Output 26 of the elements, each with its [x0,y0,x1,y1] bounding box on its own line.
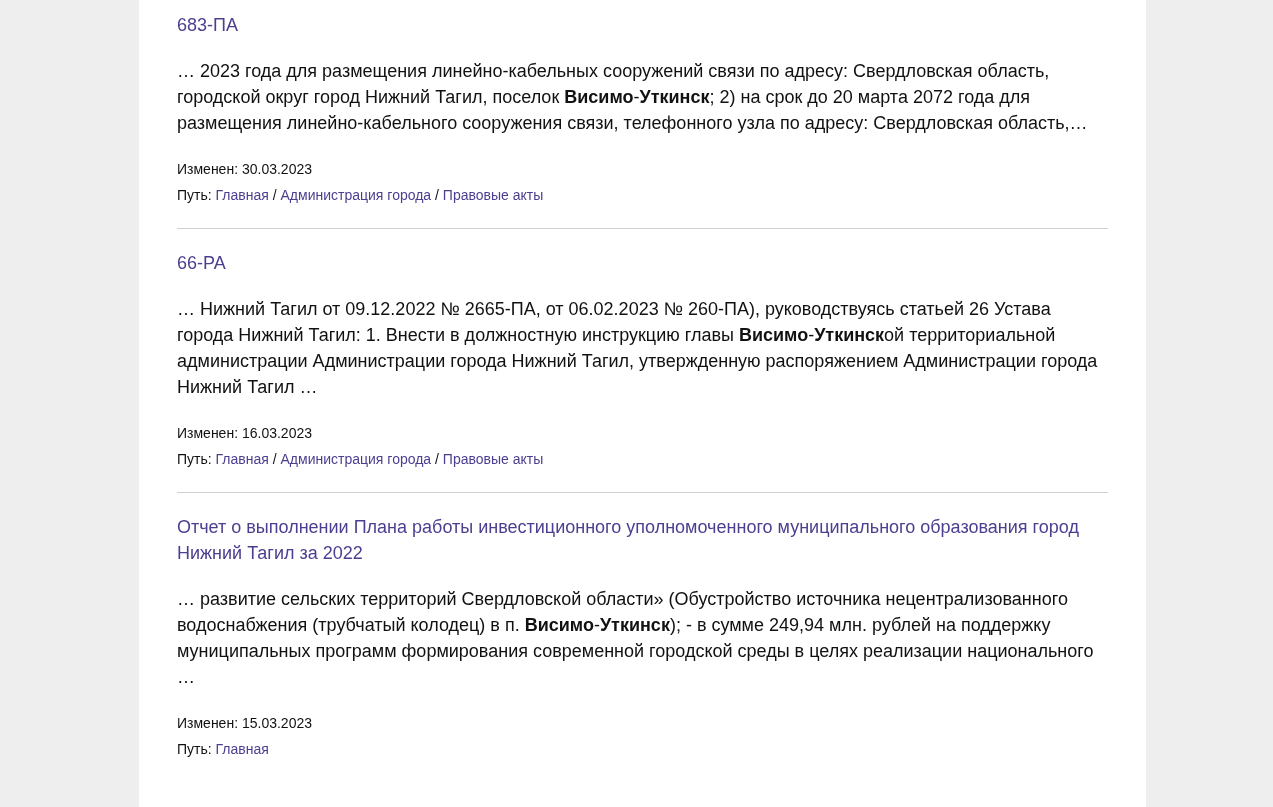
breadcrumb-link[interactable]: Главная [215,736,269,762]
breadcrumb-link[interactable]: Главная [215,182,269,208]
modified-date: 16.03.2023 [241,424,312,443]
result-title-link[interactable]: 66-РА [177,250,226,276]
path-label: Путь: [177,450,212,469]
breadcrumb-link[interactable]: Главная [215,446,269,472]
path-label: Путь: [177,186,212,205]
breadcrumb-link[interactable]: Правовые акты [442,446,544,472]
breadcrumb-separator: / [272,186,277,205]
breadcrumb-separator: / [272,450,277,469]
path-label: Путь: [177,740,212,759]
breadcrumb-link[interactable]: Администрация города [280,446,432,472]
result-snippet: … Нижний Тагил от 09.12.2022 № 2665-ПА, от 06.02.2023 № 260-ПА), руководствуясь статьей 26 Устава города Нижний Тагил: 1. Внести в должностную инструкцию главы Висимо-Уткинской территориальной администрации Администрации города Нижний Тагил, утвержденную распоряжением Администрации города Нижний Тагил … [177,298,1099,399]
modified-label: Изменен: [177,424,239,443]
modified-date: 15.03.2023 [241,714,312,733]
result-snippet: … 2023 года для размещения линейно-кабельных сооружений связи по адресу: Свердловская область, городской округ город Нижний Тагил, поселок Висимо-Уткинск; 2) на срок до 20 марта 2072 года для размещения линейно-кабельного сооружения связи, телефонного узла по адресу: Свердловская область,… [177,60,1089,135]
result-snippet: … развитие сельских территорий Свердловской области» (Обустройство источника нецентрализованного водоснабжения (трубчатый колодец) в п. Висимо-Уткинск); - в сумме 249,94 млн. рублей на поддержку муниципальных программ формирования современной городской среды в целях реализации национального … [177,588,1095,689]
modified-date: 30.03.2023 [241,160,312,179]
breadcrumb-link[interactable]: Правовые акты [442,182,544,208]
breadcrumb-link[interactable]: Администрация города [280,182,432,208]
result-title-link[interactable]: Отчет о выполнении Плана работы инвестиционного уполномоченного муниципального образования город Нижний Тагил за 2022 [177,514,1108,566]
breadcrumb-separator: / [435,450,439,469]
breadcrumb-separator: / [435,186,439,205]
result-title-link[interactable]: 683-ПА [177,12,238,38]
modified-label: Изменен: [177,714,239,733]
modified-label: Изменен: [177,160,239,179]
